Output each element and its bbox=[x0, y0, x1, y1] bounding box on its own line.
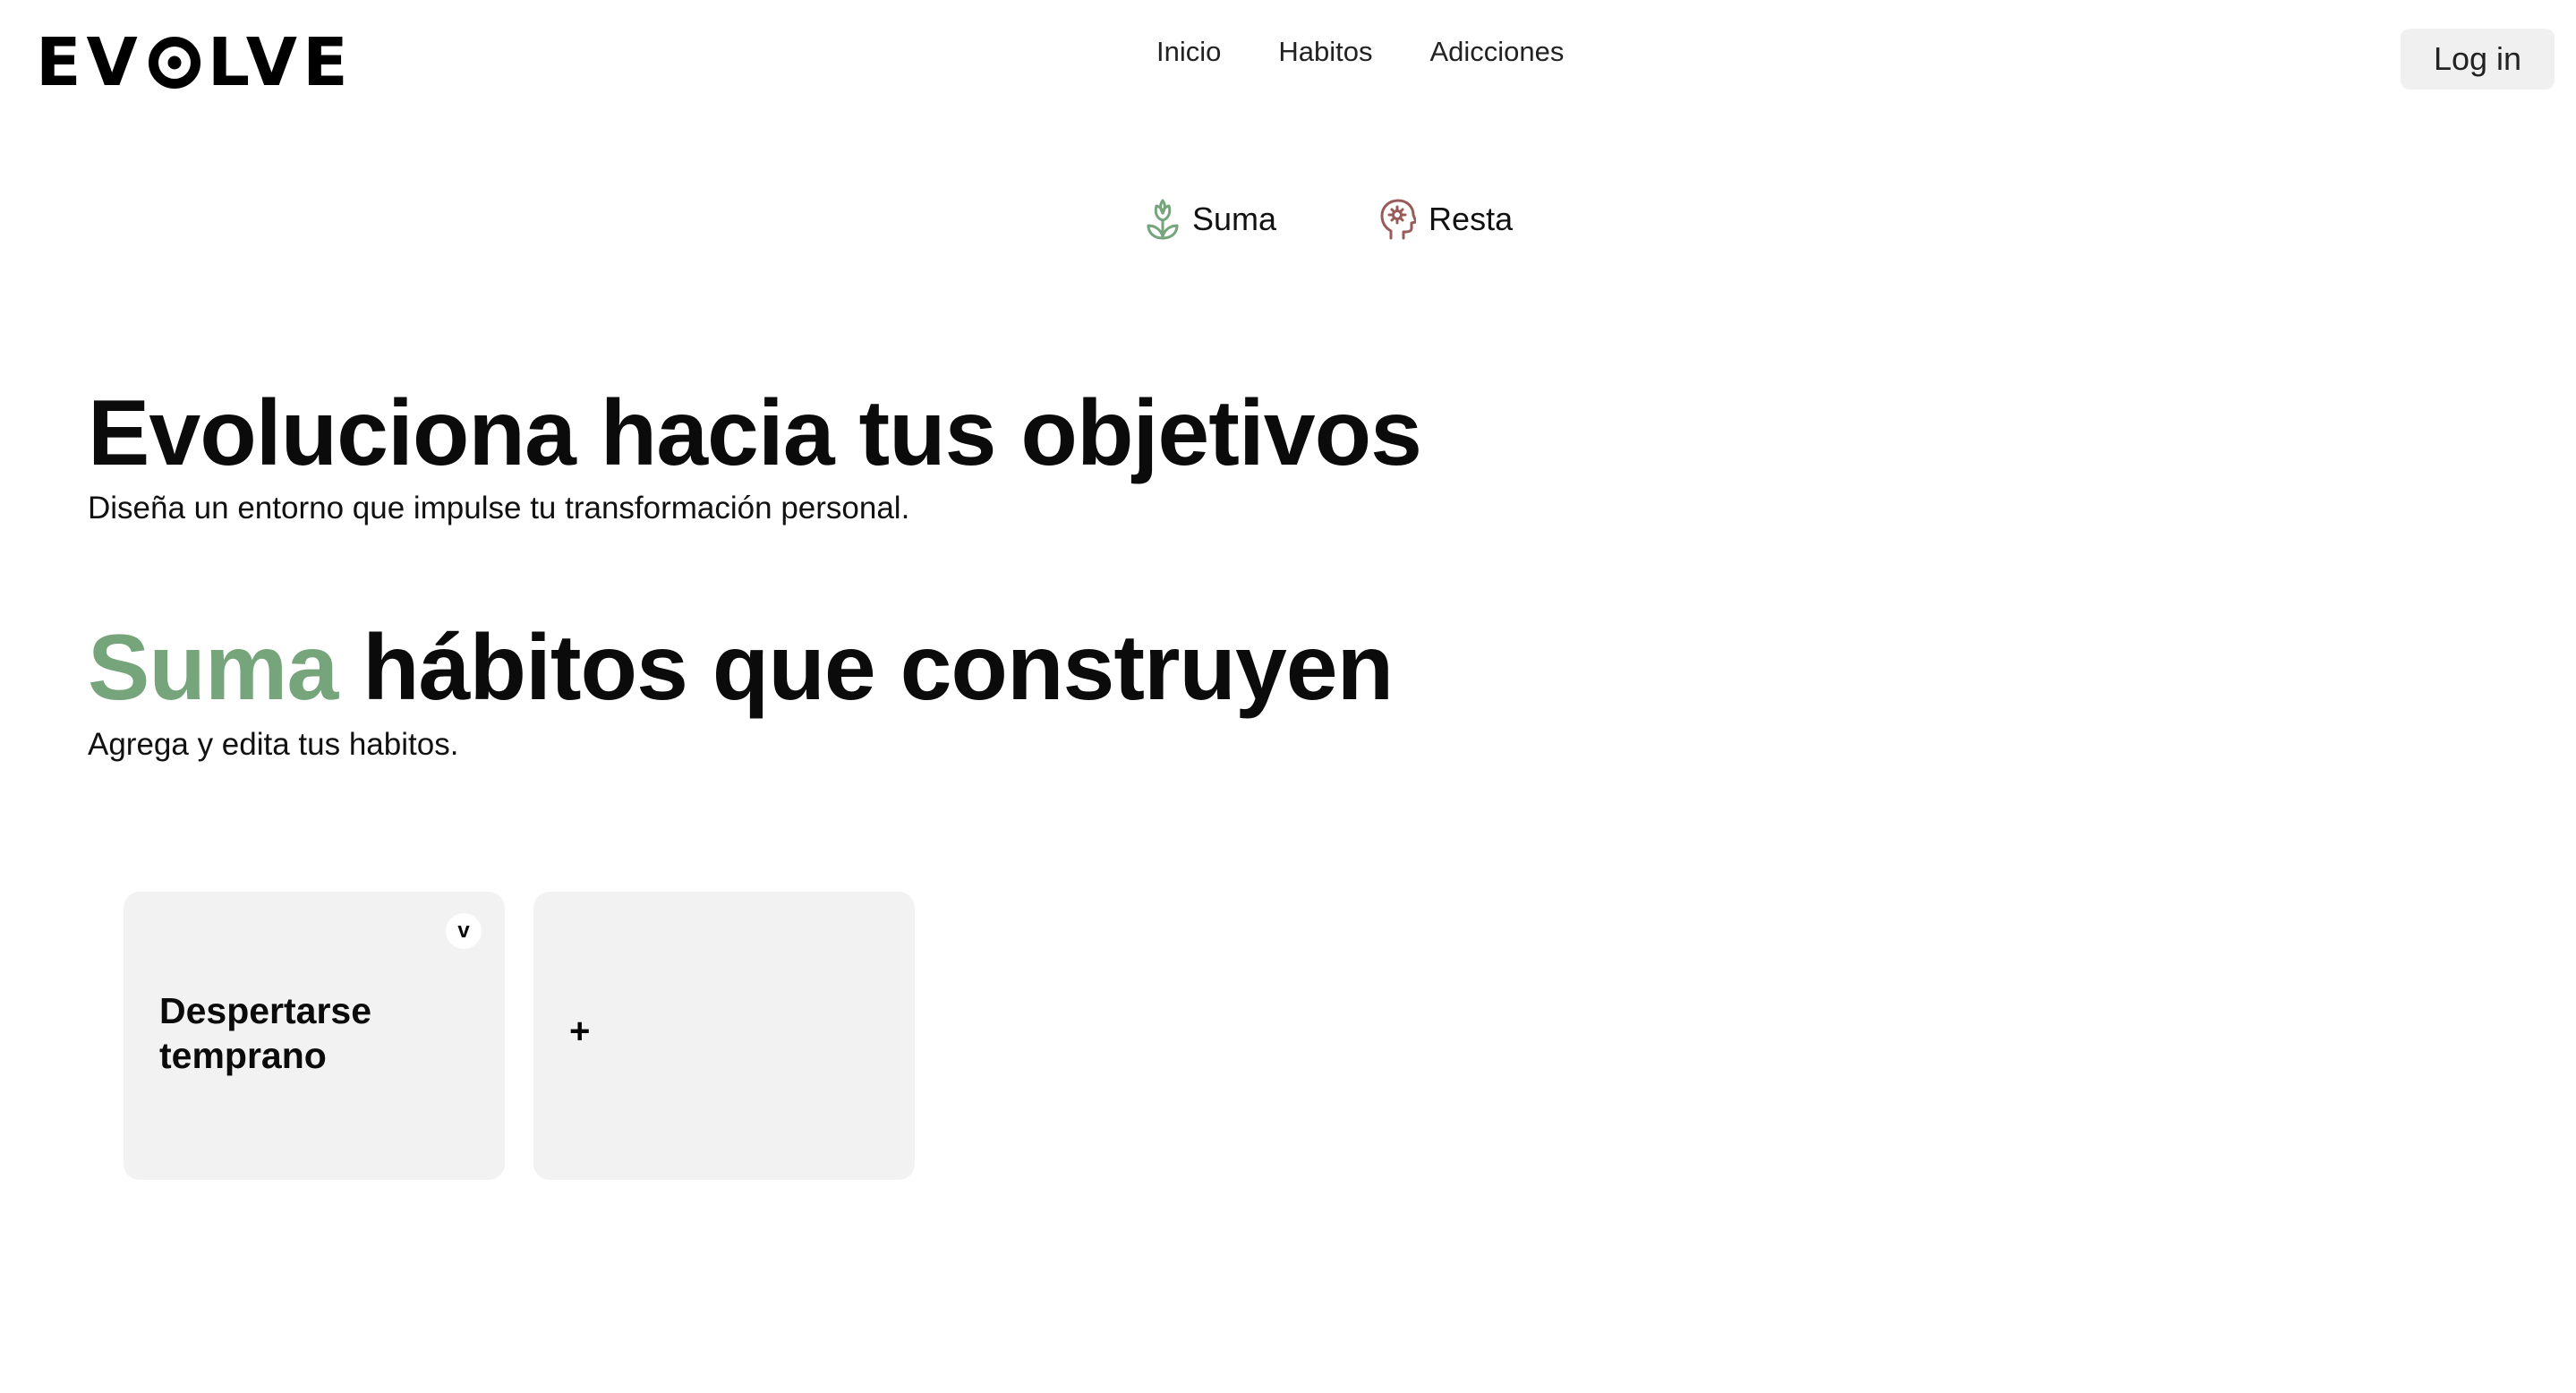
expand-toggle-button[interactable]: v bbox=[446, 913, 482, 949]
nav-link-adicciones[interactable]: Adicciones bbox=[1429, 36, 1564, 68]
mode-resta[interactable]: Resta bbox=[1380, 199, 1513, 240]
section-title: Suma hábitos que construyen bbox=[88, 621, 1394, 714]
hero-title: Evoluciona hacia tus objetivos bbox=[88, 381, 1422, 485]
plant-icon bbox=[1146, 199, 1180, 240]
habit-card-title: Despertarse temprano bbox=[159, 990, 372, 1076]
logo-text-start: EV bbox=[36, 24, 143, 101]
section-title-rest: hábitos que construyen bbox=[337, 616, 1394, 720]
habit-card[interactable]: v Despertarse temprano bbox=[124, 892, 505, 1180]
logo-ring-icon bbox=[148, 37, 200, 89]
mode-resta-label: Resta bbox=[1429, 201, 1514, 237]
mode-switch: Suma Resta bbox=[1146, 199, 1513, 240]
mode-suma[interactable]: Suma bbox=[1146, 199, 1276, 240]
evolve-logo[interactable]: EV LVE bbox=[36, 27, 354, 98]
head-gear-icon bbox=[1380, 199, 1417, 240]
nav-link-habitos[interactable]: Habitos bbox=[1278, 36, 1372, 68]
logo-text-end: LVE bbox=[207, 24, 354, 101]
section-title-accent: Suma bbox=[88, 616, 338, 720]
plus-icon: + bbox=[569, 1012, 591, 1051]
mode-suma-label: Suma bbox=[1192, 201, 1277, 237]
page: EV LVE Inicio Habitos Adicciones Log in bbox=[0, 0, 2576, 1393]
section-subtitle: Agrega y edita tus habitos. bbox=[88, 727, 459, 762]
login-button[interactable]: Log in bbox=[2401, 29, 2555, 90]
add-habit-card[interactable]: + bbox=[533, 892, 915, 1180]
nav-link-inicio[interactable]: Inicio bbox=[1156, 36, 1221, 68]
top-nav: Inicio Habitos Adicciones bbox=[1156, 36, 1564, 68]
hero-subtitle: Diseña un entorno que impulse tu transfo… bbox=[88, 491, 910, 526]
